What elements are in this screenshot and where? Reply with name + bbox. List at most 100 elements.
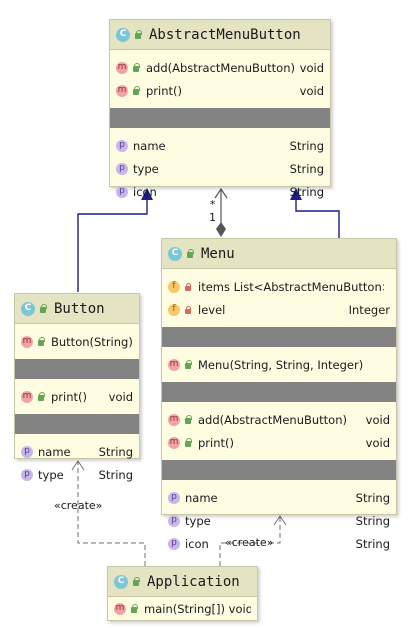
- class-name: Application: [147, 573, 240, 590]
- method-row[interactable]: m main(String[]) void: [108, 597, 257, 620]
- property-row[interactable]: p name String: [15, 440, 139, 463]
- property-row[interactable]: p type String: [110, 157, 330, 180]
- property-icon: p: [116, 162, 128, 175]
- separator-band: [162, 382, 396, 402]
- separator-band: [162, 460, 396, 480]
- constructor-row[interactable]: m Button(String): [15, 330, 139, 353]
- method-label: print(): [51, 389, 87, 404]
- public-icon: [36, 391, 46, 402]
- method-type: void: [365, 435, 390, 450]
- separator-band: [15, 414, 139, 434]
- method-label: print(): [146, 83, 182, 98]
- property-icon: p: [116, 185, 128, 198]
- method-row[interactable]: m add(AbstractMenuButton) void: [162, 408, 396, 431]
- property-icon: p: [21, 468, 33, 481]
- separator-band: [15, 359, 139, 379]
- property-type: String: [289, 161, 324, 176]
- method-type: void: [108, 389, 133, 404]
- method-icon: m: [116, 61, 128, 74]
- method-row[interactable]: m print() void: [15, 385, 139, 408]
- property-type: String: [355, 513, 390, 528]
- method-type: void: [299, 83, 324, 98]
- public-icon: [185, 248, 195, 259]
- public-icon: [131, 85, 141, 96]
- method-label: add(AbstractMenuButton): [198, 412, 347, 427]
- method-icon: m: [168, 358, 180, 371]
- method-icon: m: [21, 390, 33, 403]
- class-header: C Application: [108, 567, 257, 597]
- field-row[interactable]: f items List<AbstractMenuButton>: [162, 275, 396, 298]
- property-type: String: [289, 184, 324, 199]
- field-icon: f: [168, 303, 180, 316]
- class-abstract-menu-button[interactable]: C AbstractMenuButton m add(AbstractMenuB…: [109, 19, 331, 199]
- property-icon: p: [168, 514, 180, 527]
- method-icon: m: [114, 602, 126, 615]
- public-icon: [183, 359, 193, 370]
- method-row[interactable]: m add(AbstractMenuButton) void: [110, 56, 330, 79]
- inheritance-menu-line: [295, 200, 340, 238]
- method-row[interactable]: m print() void: [162, 431, 396, 454]
- field-label: items List<AbstractMenuButton>: [198, 279, 384, 294]
- property-icon: p: [116, 139, 128, 152]
- property-label: name: [133, 138, 166, 153]
- property-row[interactable]: p type String: [15, 463, 139, 486]
- property-type: String: [355, 490, 390, 505]
- public-icon: [38, 303, 48, 314]
- method-label: main(String[]) void: [144, 601, 251, 616]
- public-icon: [131, 62, 141, 73]
- property-label: name: [38, 444, 71, 459]
- property-type: String: [289, 138, 324, 153]
- class-name: Menu: [201, 245, 235, 262]
- class-name: Button: [54, 300, 105, 317]
- class-header: C Button: [15, 294, 139, 324]
- property-icon: p: [168, 491, 180, 504]
- inheritance-button-line: [77, 200, 148, 292]
- field-icon: f: [168, 280, 180, 293]
- property-label: name: [185, 490, 218, 505]
- property-icon: p: [21, 445, 33, 458]
- field-row[interactable]: f level Integer: [162, 298, 396, 321]
- method-row[interactable]: m print() void: [110, 79, 330, 102]
- property-type: String: [98, 467, 133, 482]
- method-icon: m: [168, 436, 180, 449]
- property-type: String: [98, 444, 133, 459]
- method-icon: m: [116, 84, 128, 97]
- method-label: print(): [198, 435, 234, 450]
- class-header: C AbstractMenuButton: [110, 20, 330, 50]
- property-row[interactable]: p icon String: [162, 532, 396, 555]
- class-icon: C: [168, 246, 182, 261]
- class-name: AbstractMenuButton: [149, 26, 301, 43]
- property-type: String: [355, 536, 390, 551]
- constructor-row[interactable]: m Menu(String, String, Integer): [162, 353, 396, 376]
- class-icon: C: [21, 301, 35, 316]
- private-lock-icon: [183, 282, 193, 292]
- method-icon: m: [168, 413, 180, 426]
- constructor-label: Menu(String, String, Integer): [198, 357, 364, 372]
- public-icon: [183, 437, 193, 448]
- private-lock-icon: [183, 305, 193, 315]
- public-icon: [133, 29, 143, 40]
- class-application[interactable]: C Application m main(String[]) void: [107, 566, 258, 621]
- property-icon: p: [168, 537, 180, 550]
- method-icon: m: [21, 335, 33, 348]
- method-type: void: [299, 60, 324, 75]
- property-row[interactable]: p icon String: [110, 180, 330, 203]
- class-icon: C: [114, 574, 128, 589]
- property-row[interactable]: p name String: [162, 486, 396, 509]
- method-type: void: [365, 412, 390, 427]
- property-row[interactable]: p name String: [110, 134, 330, 157]
- public-icon: [131, 576, 141, 587]
- method-label: add(AbstractMenuButton): [146, 60, 294, 75]
- class-icon: C: [116, 27, 130, 42]
- field-type: Integer: [348, 302, 390, 317]
- property-label: icon: [133, 184, 157, 199]
- create-label-left: «create»: [54, 499, 103, 512]
- public-icon: [36, 336, 46, 347]
- separator-band: [110, 108, 330, 128]
- property-label: type: [133, 161, 159, 176]
- class-menu[interactable]: C Menu f items List<AbstractMenuButton> …: [161, 238, 397, 551]
- constructor-label: Button(String): [51, 334, 133, 349]
- class-button[interactable]: C Button m Button(String) m print() void…: [14, 293, 140, 482]
- public-icon: [129, 603, 139, 614]
- property-row[interactable]: p type String: [162, 509, 396, 532]
